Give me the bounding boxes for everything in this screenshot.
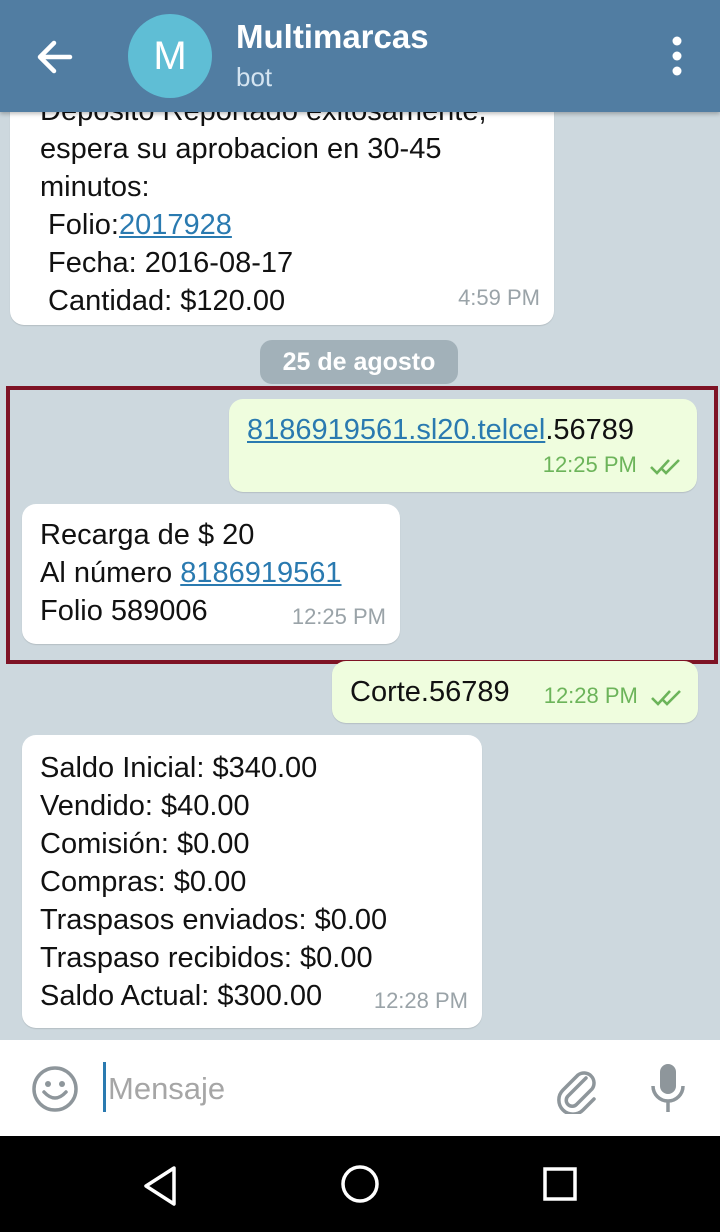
- message-input-bar: Mensaje: [0, 1040, 720, 1136]
- message-text: Depósito Reportado exitosamente,: [40, 112, 487, 130]
- avatar[interactable]: M: [128, 14, 212, 98]
- message-link[interactable]: 8186919561.sl20.telcel: [247, 414, 545, 446]
- message-text: Compras: $0.00: [40, 866, 247, 898]
- folio-line: Folio:2017928: [40, 209, 232, 241]
- message-input[interactable]: Mensaje: [108, 1071, 225, 1107]
- message-text: Comisión: $0.00: [40, 828, 250, 860]
- chat-header: M Multimarcas bot: [0, 0, 720, 112]
- attachment-icon[interactable]: [552, 1062, 600, 1114]
- double-check-icon: [650, 459, 680, 476]
- message-list[interactable]: Depósito Reportado exitosamente, espera …: [0, 112, 720, 1040]
- message-time: 12:25 PM: [291, 604, 386, 629]
- message-text: Corte.56789: [350, 676, 510, 708]
- message-text: Traspasos enviados: $0.00: [40, 904, 388, 936]
- message-text: Vendido: $40.00: [40, 790, 250, 822]
- chat-subtitle: bot: [236, 62, 273, 92]
- text-caret: [103, 1062, 106, 1112]
- message-text: Saldo Inicial: $340.00: [40, 752, 318, 784]
- message-time: 12:28 PM: [544, 677, 684, 715]
- outgoing-message[interactable]: Corte.56789 12:28 PM: [332, 661, 698, 723]
- message-time: 12:28 PM: [373, 988, 468, 1013]
- system-nav-bar: [0, 1136, 720, 1232]
- message-text: Al número 8186919561: [40, 557, 342, 589]
- message-text: 8186919561.sl20.telcel.56789: [247, 414, 635, 446]
- message-text: espera su aprobacion en 30-45: [40, 133, 442, 165]
- message-text: minutos:: [40, 171, 150, 203]
- nav-back-icon[interactable]: [140, 1164, 180, 1208]
- date-separator: 25 de agosto: [260, 340, 458, 384]
- incoming-message[interactable]: Depósito Reportado exitosamente, espera …: [10, 112, 554, 325]
- arrow-left-icon[interactable]: [30, 32, 80, 82]
- message-text: Cantidad: $120.00: [40, 285, 286, 317]
- emoji-icon[interactable]: [30, 1064, 80, 1114]
- double-check-icon: [651, 690, 681, 707]
- message-time: 4:59 PM: [458, 285, 540, 310]
- nav-home-icon[interactable]: [338, 1162, 382, 1206]
- nav-recent-apps-icon[interactable]: [542, 1166, 578, 1202]
- message-time: 12:25 PM: [543, 446, 683, 484]
- outgoing-message[interactable]: 8186919561.sl20.telcel.56789 12:25 PM: [229, 399, 697, 492]
- message-text: Fecha: 2016-08-17: [40, 247, 294, 279]
- more-vertical-icon[interactable]: [670, 36, 684, 76]
- chat-title[interactable]: Multimarcas: [236, 18, 429, 56]
- message-text: Traspaso recibidos: $0.00: [40, 942, 373, 974]
- microphone-icon[interactable]: [648, 1062, 688, 1114]
- folio-link[interactable]: 2017928: [119, 209, 232, 241]
- message-text: Recarga de $ 20: [40, 519, 255, 551]
- message-text: Saldo Actual: $300.00: [40, 980, 323, 1012]
- incoming-message[interactable]: Saldo Inicial: $340.00 Vendido: $40.00 C…: [22, 735, 482, 1028]
- incoming-message[interactable]: Recarga de $ 20 Al número 8186919561 Fol…: [22, 504, 400, 644]
- phone-link[interactable]: 8186919561: [180, 557, 341, 589]
